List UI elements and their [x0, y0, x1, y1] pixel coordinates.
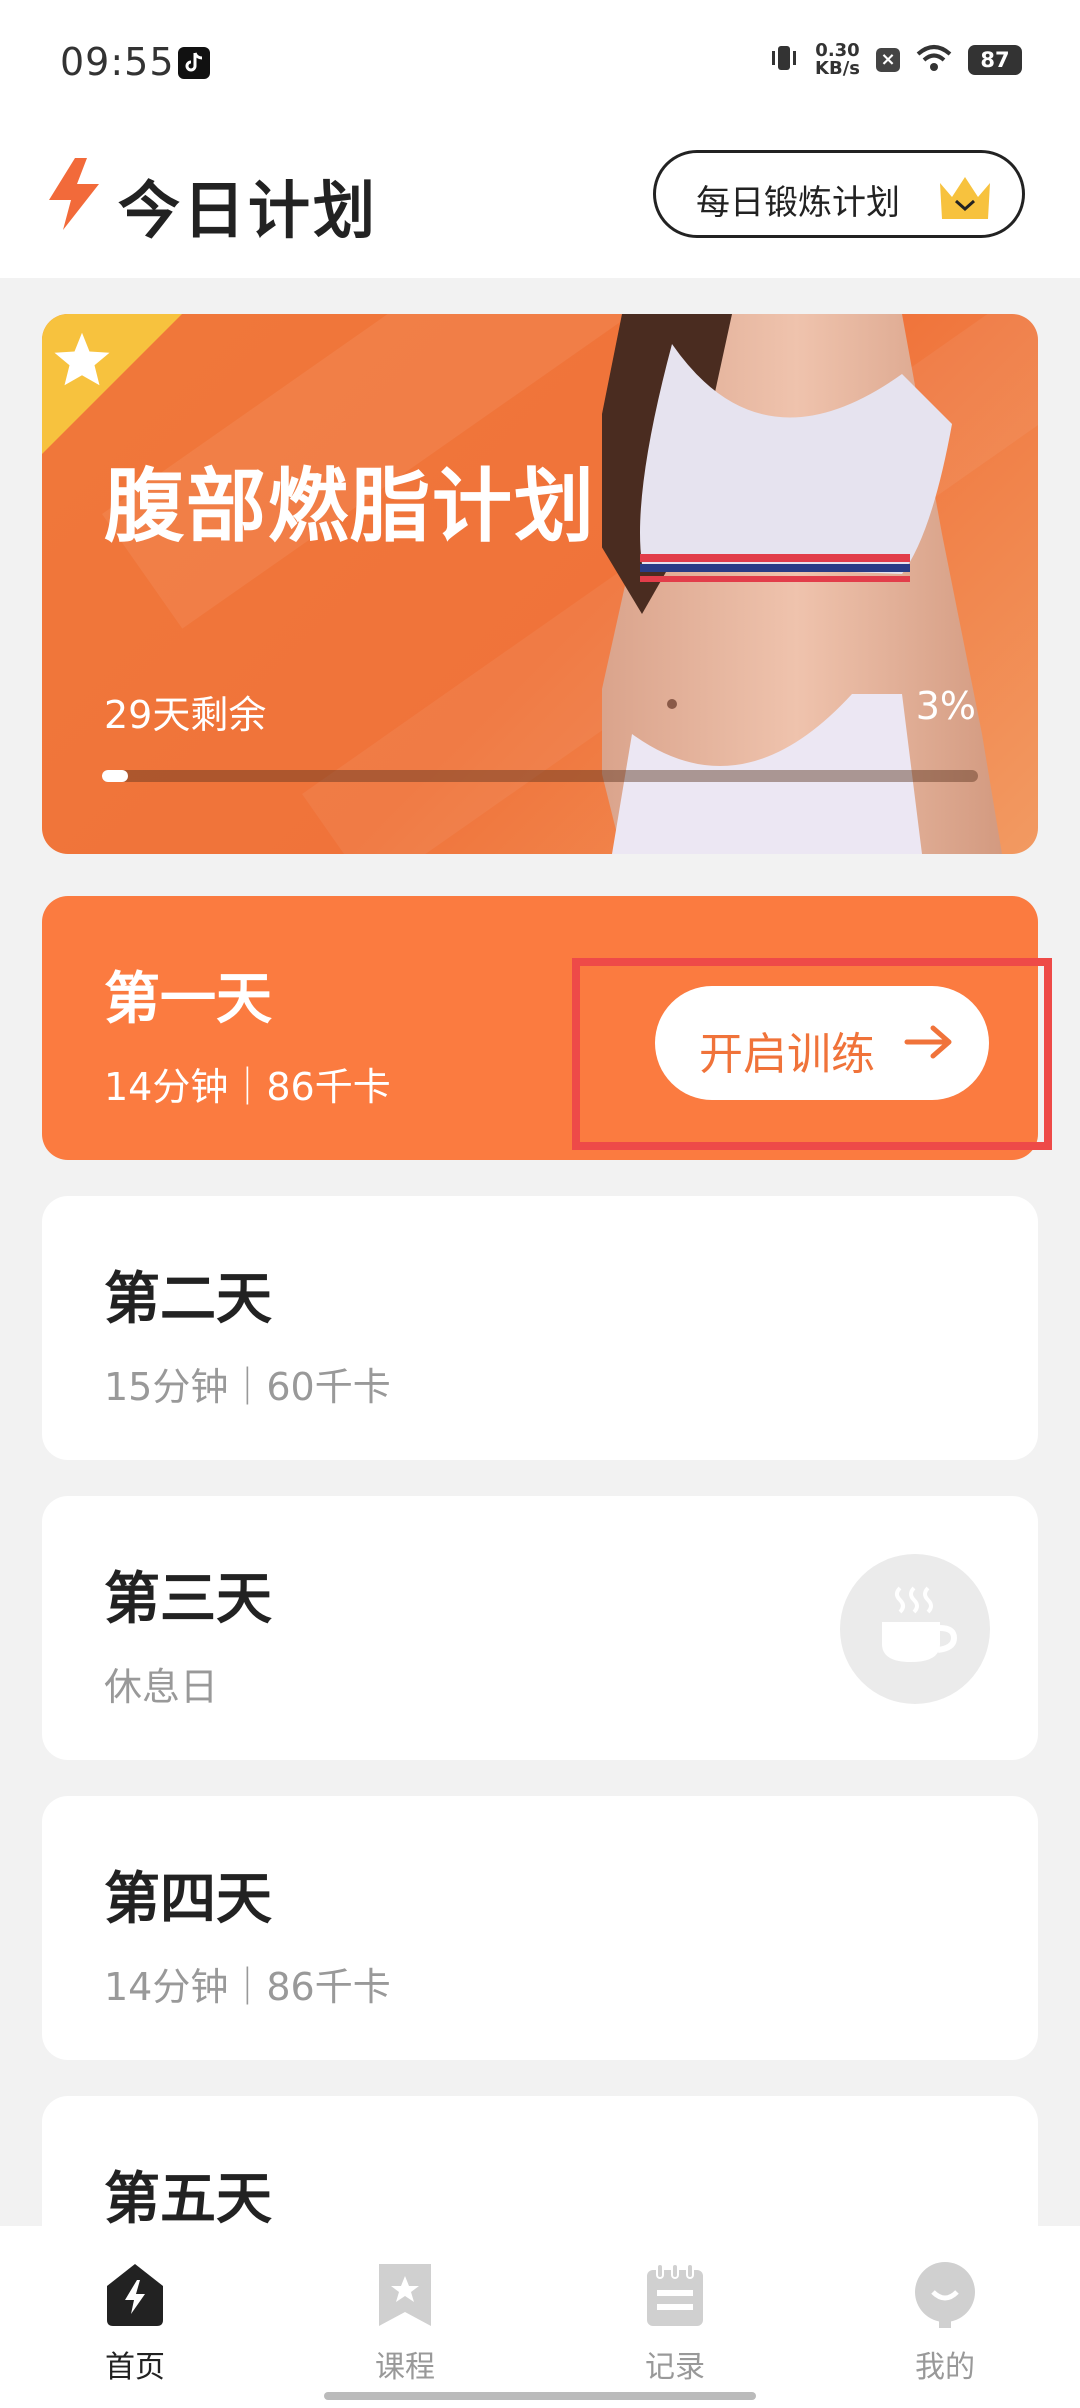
day-subtitle: 15分钟｜60千卡 — [104, 1365, 391, 1409]
day-card-2[interactable]: 第二天 15分钟｜60千卡 — [42, 1196, 1038, 1460]
day-card-4[interactable]: 第四天 14分钟｜86千卡 — [42, 1796, 1038, 2060]
day-title: 第四天 — [104, 1867, 272, 1932]
plan-hero-card[interactable]: 腹部燃脂计划 29天剩余 3% — [42, 314, 1038, 854]
day-title: 第五天 — [104, 2167, 272, 2232]
start-training-label: 开启训练 — [699, 1029, 875, 1080]
plan-title: 腹部燃脂计划 — [104, 460, 596, 553]
net-speed-unit: KB/s — [815, 58, 860, 79]
coffee-cup-icon — [840, 1554, 990, 1704]
wifi-icon — [916, 44, 952, 76]
day-card-3[interactable]: 第三天 休息日 — [42, 1496, 1038, 1760]
day-subtitle: 休息日 — [104, 1665, 219, 1709]
daily-plan-label: 每日锻炼计划 — [696, 183, 900, 223]
app-header: 今日计划 每日锻炼计划 — [0, 130, 1080, 278]
network-speed: 0.30 KB/s — [815, 42, 860, 78]
vibrate-icon — [769, 43, 799, 77]
arrow-right-icon — [903, 1022, 955, 1066]
day-title: 第一天 — [104, 967, 272, 1032]
battery-indicator: 87 — [968, 45, 1022, 75]
day-subtitle: 14分钟｜86千卡 — [104, 1065, 391, 1109]
status-time: 09:55 — [60, 40, 175, 84]
plan-progress-bar — [102, 770, 978, 782]
tiktok-icon — [178, 47, 210, 79]
home-indicator[interactable] — [324, 2392, 756, 2400]
tab-label: 我的 — [915, 2350, 975, 2385]
tab-record[interactable]: 记录 — [615, 2262, 735, 2392]
days-remaining: 29天剩余 — [104, 693, 267, 737]
tab-course[interactable]: 课程 — [345, 2262, 465, 2392]
bottom-tab-bar: 首页 课程 记录 我的 — [0, 2226, 1080, 2408]
day-card-1[interactable]: 第一天 14分钟｜86千卡 开启训练 — [42, 896, 1038, 1160]
profile-icon — [885, 2262, 1005, 2332]
crown-icon — [936, 175, 994, 225]
progress-percent: 3% — [915, 684, 976, 728]
daily-plan-button[interactable]: 每日锻炼计划 — [653, 150, 1025, 238]
record-notepad-icon — [615, 2262, 735, 2332]
tab-label: 记录 — [645, 2350, 705, 2385]
day-subtitle: 14分钟｜86千卡 — [104, 1965, 391, 2009]
page-title: 今日计划 — [118, 174, 379, 247]
day-title: 第二天 — [104, 1267, 272, 1332]
start-training-button[interactable]: 开启训练 — [655, 986, 989, 1100]
status-bar: 09:55 0.30 KB/s × 87 — [0, 0, 1080, 130]
course-star-icon — [345, 2262, 465, 2332]
plan-progress-fill — [102, 770, 129, 782]
home-bolt-icon — [75, 2262, 195, 2332]
tab-profile[interactable]: 我的 — [885, 2262, 1005, 2392]
sim-off-icon: × — [876, 48, 900, 72]
star-icon — [52, 330, 112, 392]
tab-label: 首页 — [105, 2350, 165, 2385]
tab-home[interactable]: 首页 — [75, 2262, 195, 2392]
tab-label: 课程 — [375, 2350, 435, 2385]
bolt-logo-icon — [45, 158, 103, 234]
day-title: 第三天 — [104, 1567, 272, 1632]
